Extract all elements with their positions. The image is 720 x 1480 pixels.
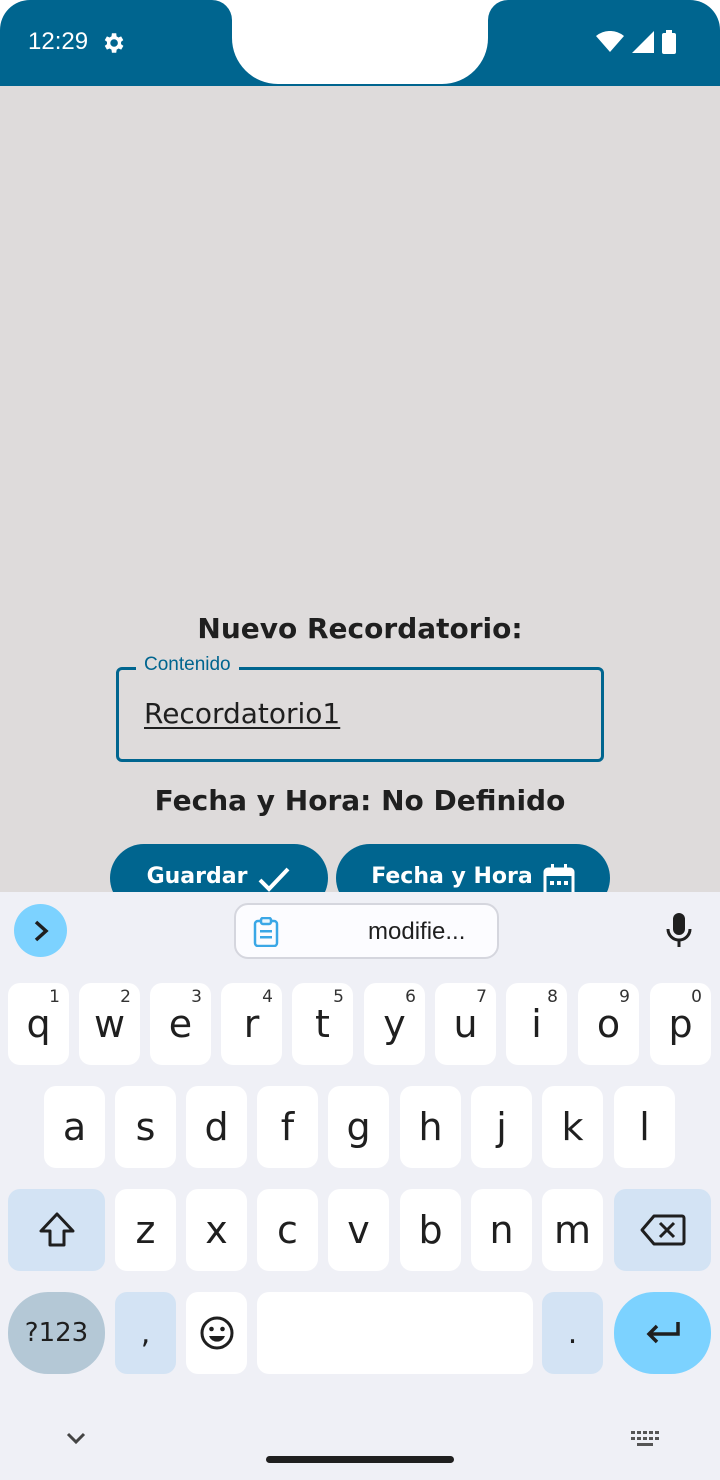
enter-icon [646, 1322, 680, 1344]
key-a[interactable]: a [44, 1086, 105, 1168]
key-d[interactable]: d [186, 1086, 247, 1168]
space-key[interactable] [257, 1292, 533, 1374]
key-h[interactable]: h [400, 1086, 461, 1168]
period-key[interactable]: . [542, 1292, 603, 1374]
check-icon [259, 867, 290, 892]
key-y[interactable]: y6 [364, 983, 425, 1065]
keyboard-switcher-icon[interactable] [630, 1430, 660, 1448]
save-button-label: Guardar [146, 864, 248, 889]
key-z[interactable]: z [115, 1189, 176, 1271]
backspace-key[interactable] [614, 1189, 711, 1271]
home-gesture-handle[interactable] [266, 1456, 454, 1463]
key-c[interactable]: c [257, 1189, 318, 1271]
wifi-icon [596, 31, 624, 52]
chevron-right-icon [34, 920, 49, 941]
key-u[interactable]: u7 [435, 983, 496, 1065]
key-r[interactable]: r4 [221, 983, 282, 1065]
clipboard-suggestion-text: modifie... [368, 918, 466, 945]
key-q[interactable]: q1 [8, 983, 69, 1065]
notch-ear [212, 0, 232, 20]
key-w[interactable]: w2 [79, 983, 140, 1065]
key-j[interactable]: j [471, 1086, 532, 1168]
signal-icon [632, 31, 654, 53]
toolbar-expand-button[interactable] [14, 904, 67, 957]
content-input[interactable]: Recordatorio1 [144, 697, 340, 730]
key-n[interactable]: n [471, 1189, 532, 1271]
key-m[interactable]: m [542, 1189, 603, 1271]
shift-icon [39, 1212, 74, 1247]
symbols-key[interactable]: ?123 [8, 1292, 105, 1374]
notch-ear [488, 0, 508, 20]
clipboard-suggestion-chip[interactable]: modifie... [234, 903, 499, 959]
key-i[interactable]: i8 [506, 983, 567, 1065]
enter-key[interactable] [614, 1292, 711, 1374]
key-s[interactable]: s [115, 1086, 176, 1168]
key-l[interactable]: l [614, 1086, 675, 1168]
battery-icon [662, 30, 676, 54]
soft-keyboard: modifie... [0, 892, 720, 1480]
backspace-icon [640, 1214, 685, 1246]
system-icons [596, 30, 676, 54]
key-g[interactable]: g [328, 1086, 389, 1168]
key-p[interactable]: p0 [650, 983, 711, 1065]
datetime-button-label: Fecha y Hora [371, 864, 533, 889]
datetime-status: Fecha y Hora: No Definido [154, 784, 566, 817]
key-k[interactable]: k [542, 1086, 603, 1168]
clipboard-icon [253, 917, 279, 947]
camera-notch [232, 0, 488, 84]
gear-icon [100, 30, 126, 60]
shift-key[interactable] [8, 1189, 105, 1271]
status-bar-corner [690, 0, 720, 30]
key-o[interactable]: o9 [578, 983, 639, 1065]
emoji-icon [200, 1316, 233, 1350]
status-bar-corner [0, 0, 30, 30]
key-e[interactable]: e3 [150, 983, 211, 1065]
status-bar: 12:29 [0, 0, 720, 86]
comma-key[interactable]: , [115, 1292, 176, 1374]
content-field-label: Contenido [136, 654, 239, 676]
key-t[interactable]: t5 [292, 983, 353, 1065]
key-f[interactable]: f [257, 1086, 318, 1168]
emoji-key[interactable] [186, 1292, 247, 1374]
key-x[interactable]: x [186, 1189, 247, 1271]
key-b[interactable]: b [400, 1189, 461, 1271]
key-v[interactable]: v [328, 1189, 389, 1271]
microphone-icon[interactable] [664, 912, 694, 948]
page-title: Nuevo Recordatorio: [197, 612, 523, 645]
status-time: 12:29 [28, 28, 89, 55]
hide-keyboard-icon[interactable] [64, 1428, 88, 1448]
